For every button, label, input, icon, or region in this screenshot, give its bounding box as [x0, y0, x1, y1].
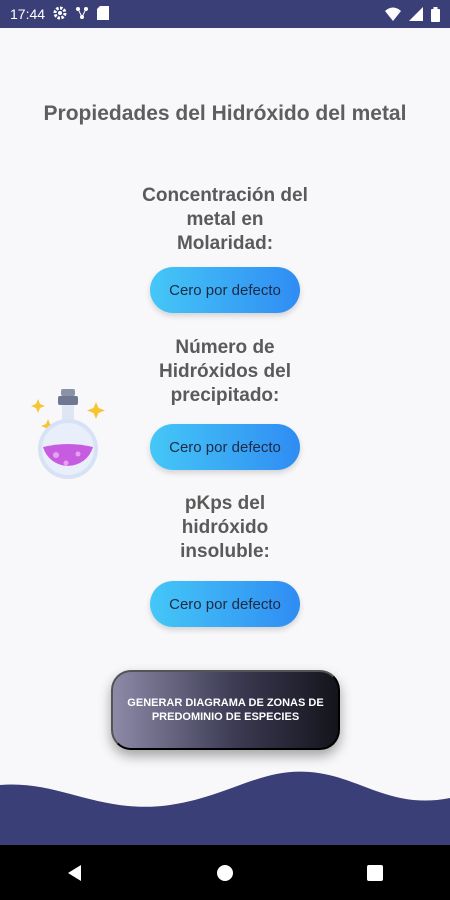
wave-decoration [0, 771, 450, 845]
gear-icon [53, 6, 67, 23]
signal-icon [409, 7, 423, 21]
status-left: 17:44 [10, 5, 110, 23]
network-icon [75, 6, 89, 23]
wifi-icon [385, 7, 401, 21]
home-icon[interactable] [216, 864, 234, 882]
battery-icon [431, 6, 440, 22]
status-time: 17:44 [10, 6, 46, 22]
navigation-bar [0, 845, 450, 900]
concentration-input-button[interactable]: Cero por defecto [150, 267, 300, 313]
back-icon[interactable] [66, 864, 84, 882]
recents-icon[interactable] [366, 864, 384, 882]
hydroxides-number-label: Número de Hidróxidos del precipitado: [159, 337, 291, 406]
potion-flask-icon [30, 385, 110, 485]
pkps-input-button[interactable]: Cero por defecto [150, 581, 300, 627]
status-right [385, 6, 440, 22]
pkps-label: pKps del hidróxido insoluble: [180, 493, 270, 562]
page-title: Propiedades del Hidróxido del metal [43, 102, 407, 125]
sd-card-icon [97, 5, 110, 23]
status-bar: 17:44 [0, 0, 450, 28]
hydroxides-number-input-button[interactable]: Cero por defecto [150, 424, 300, 470]
generate-diagram-button[interactable]: GENERAR DIAGRAMA DE ZONAS DE PREDOMINIO … [111, 670, 340, 750]
concentration-label: Concentración del metal en Molaridad: [142, 185, 308, 254]
